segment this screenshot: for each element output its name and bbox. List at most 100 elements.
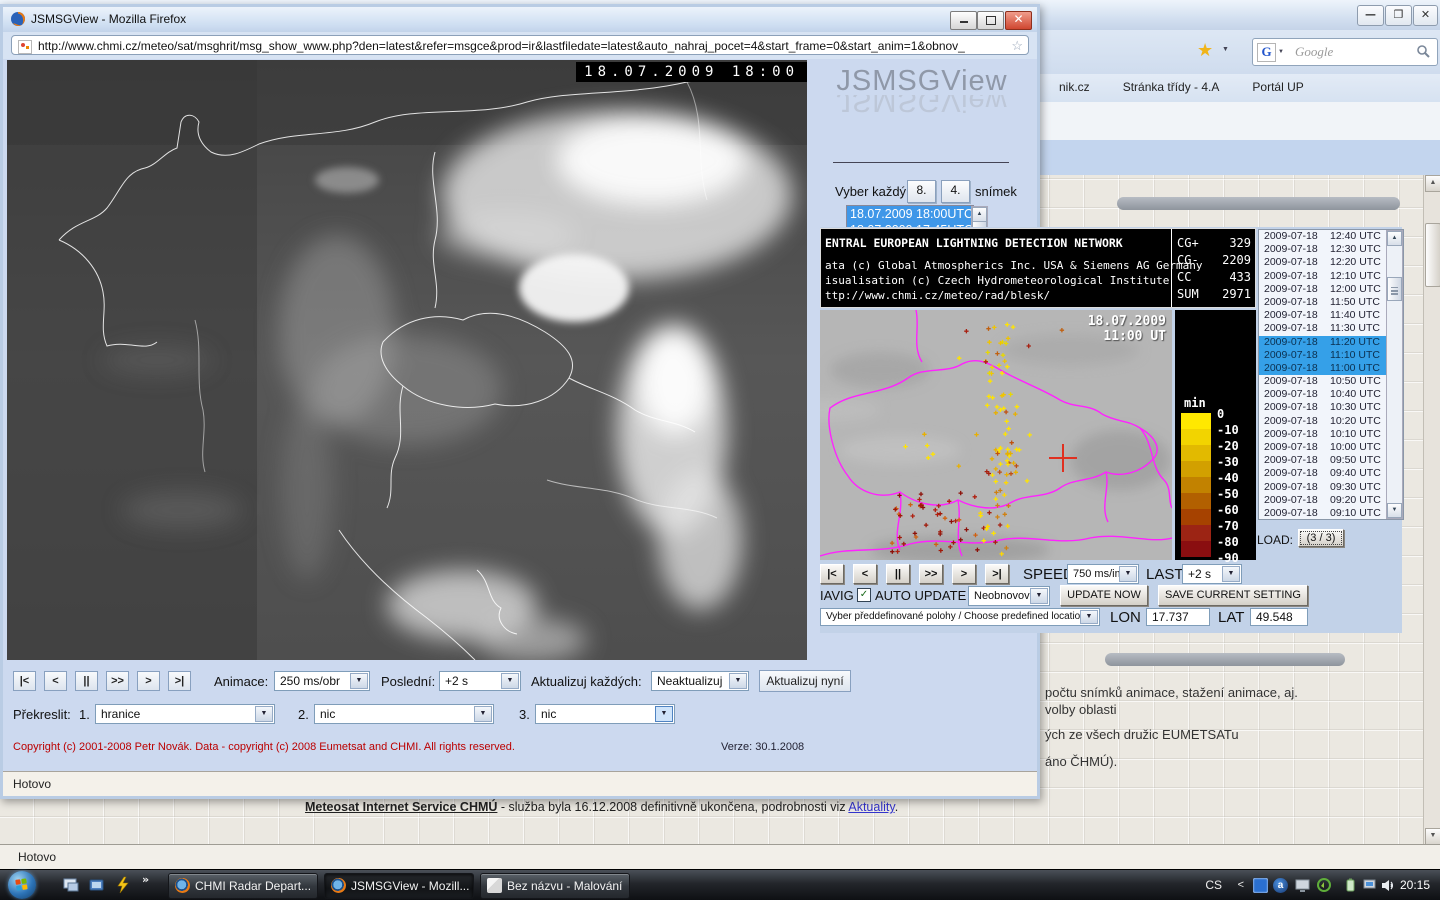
volume-tray-icon[interactable] [1381, 878, 1396, 893]
bookmark-item[interactable]: nik.cz [1042, 80, 1090, 94]
engine-dropdown-icon[interactable]: ▼ [1278, 49, 1284, 55]
time-list-item[interactable]: 2009-07-1809:30 UTC [1259, 481, 1388, 494]
kmplayer-tray-icon[interactable] [1253, 878, 1268, 893]
time-list-item[interactable]: 2009-07-1811:30 UTC [1259, 322, 1388, 335]
last-select[interactable]: +2 s▼ [1182, 564, 1242, 584]
overlay2-select[interactable]: nic▼ [314, 704, 494, 724]
aktualizuj-select[interactable]: Neaktualizuj▼ [651, 671, 749, 691]
quicklaunch-overflow-icon[interactable]: » [142, 872, 149, 888]
bg-restore-button[interactable]: ❐ [1385, 5, 1412, 26]
posledni-select[interactable]: +2 s▼ [439, 671, 521, 691]
update-now-button[interactable]: UPDATE NOW [1060, 585, 1148, 606]
bookmark-star-icon[interactable]: ★ [1197, 40, 1213, 61]
locations-select[interactable]: Vyber předdefinované polohy / Choose pre… [820, 608, 1100, 626]
map-nav-button[interactable]: |< [820, 564, 844, 584]
time-list-item[interactable]: 2009-07-1809:50 UTC [1259, 454, 1388, 467]
bookmark-this-star-icon[interactable]: ☆ [1011, 36, 1023, 55]
lat-field[interactable]: 49.548 [1250, 608, 1308, 626]
bg-minimize-button[interactable]: — [1357, 5, 1384, 26]
map-nav-button[interactable]: >| [985, 564, 1009, 584]
time-list-item[interactable]: 2009-07-1810:50 UTC [1259, 375, 1388, 388]
time-list-item[interactable]: 2009-07-1810:00 UTC [1259, 441, 1388, 454]
every-8th-button[interactable]: 8. [907, 180, 936, 203]
language-indicator[interactable]: CS [1205, 870, 1222, 900]
refresh-select[interactable]: Neobnovovat▼ [968, 586, 1050, 606]
bookmark-dropdown-icon[interactable]: ▼ [1222, 46, 1229, 53]
scrollbar-thumb[interactable] [1387, 277, 1402, 301]
time-list-item[interactable]: 2009-07-1810:30 UTC [1259, 401, 1388, 414]
map-nav-button[interactable]: || [886, 564, 910, 584]
scroll-down-icon[interactable]: ▼ [1425, 828, 1440, 845]
time-list-item[interactable]: 2009-07-1812:30 UTC [1259, 243, 1388, 256]
taskbar-task-button[interactable]: Bez názvu - Malování [480, 873, 630, 899]
google-engine-icon[interactable]: G [1257, 43, 1276, 62]
scroll-up-icon[interactable]: ▲ [1425, 175, 1440, 192]
time-list-scrollbar[interactable]: ▲ ▼ [1386, 230, 1403, 519]
show-desktop-icon[interactable] [62, 876, 80, 894]
url-field[interactable]: http://www.chmi.cz/meteo/sat/msghrit/msg… [11, 35, 1029, 55]
time-list-item[interactable]: 2009-07-1810:40 UTC [1259, 388, 1388, 401]
start-button[interactable] [8, 871, 36, 899]
scrollbar-thumb[interactable] [1425, 223, 1440, 287]
time-list-item[interactable]: 2009-07-1809:40 UTC [1259, 467, 1388, 480]
tray-expand-icon[interactable]: < [1238, 870, 1244, 900]
frame-list-item[interactable]: 18.07.2009 18:00UTC [847, 206, 973, 222]
taskbar-task-button[interactable]: CHMI Radar Depart... [168, 873, 318, 899]
aktuality-link[interactable]: Aktuality [848, 800, 894, 814]
search-box[interactable]: G ▼ Google [1252, 38, 1438, 66]
fg-titlebar[interactable]: JSMSGView - Mozilla Firefox ✕ [3, 7, 1037, 33]
map-nav-button[interactable]: < [853, 564, 877, 584]
aktualizuj-now-button[interactable]: Aktualizuj nyní [759, 670, 851, 692]
taskbar-task-button[interactable]: JSMSGView - Mozill... [324, 873, 474, 899]
map-nav-button[interactable]: >> [919, 564, 943, 584]
anim-nav-button[interactable]: >> [106, 671, 129, 691]
save-setting-button[interactable]: SAVE CURRENT SETTING [1158, 585, 1308, 606]
network-tray-icon[interactable] [1363, 878, 1378, 893]
fg-close-button[interactable]: ✕ [1005, 11, 1032, 30]
time-list-item[interactable]: 2009-07-1812:10 UTC [1259, 270, 1388, 283]
time-listbox[interactable]: 2009-07-1812:40 UTC2009-07-1812:30 UTC20… [1258, 229, 1404, 520]
animace-select[interactable]: 250 ms/obr▼ [274, 671, 370, 691]
satellite-image[interactable]: 18.07.2009 18:00 [7, 60, 807, 660]
window-switcher-icon[interactable] [88, 876, 106, 894]
scroll-up-icon[interactable]: ▲ [972, 207, 987, 222]
bookmark-item[interactable]: Portál UP [1235, 80, 1303, 94]
time-list-item[interactable]: 2009-07-1811:40 UTC [1259, 309, 1388, 322]
download-tray-icon[interactable] [1317, 878, 1332, 893]
lon-field[interactable]: 17.737 [1146, 608, 1210, 626]
launcher-bolt-icon[interactable] [114, 876, 132, 894]
meteosat-service-link[interactable]: Meteosat Internet Service CHMÚ [305, 800, 497, 814]
bg-page-scrollbar[interactable]: ▲ ▼ [1423, 175, 1440, 845]
search-icon[interactable] [1416, 44, 1431, 59]
time-list-item[interactable]: 2009-07-1809:20 UTC [1259, 494, 1388, 507]
time-list-item[interactable]: 2009-07-1811:10 UTC [1259, 349, 1388, 362]
time-list-item[interactable]: 2009-07-1812:20 UTC [1259, 256, 1388, 269]
overlay1-select[interactable]: hranice▼ [95, 704, 275, 724]
time-list-item[interactable]: 2009-07-1810:10 UTC [1259, 428, 1388, 441]
overlay3-select[interactable]: nic▼ [535, 704, 675, 724]
anim-nav-button[interactable]: > [137, 671, 160, 691]
anim-nav-button[interactable]: < [44, 671, 67, 691]
time-list-item[interactable]: 2009-07-1811:50 UTC [1259, 296, 1388, 309]
avast-tray-icon[interactable]: a [1273, 878, 1288, 893]
time-list-item[interactable]: 2009-07-1812:00 UTC [1259, 283, 1388, 296]
time-list-item[interactable]: 2009-07-1811:20 UTC [1259, 336, 1388, 349]
anim-nav-button[interactable]: |< [13, 671, 36, 691]
celdn-url[interactable]: ttp://www.chmi.cz/meteo/rad/blesk/ [825, 289, 1050, 302]
anim-nav-button[interactable]: || [75, 671, 98, 691]
auto-update-checkbox[interactable]: ✓ [857, 588, 871, 602]
power-tray-icon[interactable] [1343, 878, 1358, 893]
scroll-up-icon[interactable]: ▲ [1387, 231, 1402, 246]
scroll-down-icon[interactable]: ▼ [1387, 503, 1402, 518]
fg-maximize-button[interactable] [977, 11, 1004, 30]
lightning-map[interactable]: 18.07.2009 11:00 UT [820, 310, 1172, 560]
map-nav-button[interactable]: > [952, 564, 976, 584]
display-tray-icon[interactable] [1295, 878, 1310, 893]
bookmark-item[interactable]: Stránka třídy - 4.A [1106, 80, 1220, 94]
time-list-item[interactable]: 2009-07-1811:00 UTC [1259, 362, 1388, 375]
bg-close-button[interactable]: ✕ [1413, 5, 1438, 26]
time-list-item[interactable]: 2009-07-1812:40 UTC [1259, 230, 1388, 243]
every-4th-button[interactable]: 4. [941, 180, 970, 203]
speed-select[interactable]: 750 ms/img▼ [1067, 564, 1139, 584]
load-count-button[interactable]: (3 / 3) [1298, 529, 1344, 547]
